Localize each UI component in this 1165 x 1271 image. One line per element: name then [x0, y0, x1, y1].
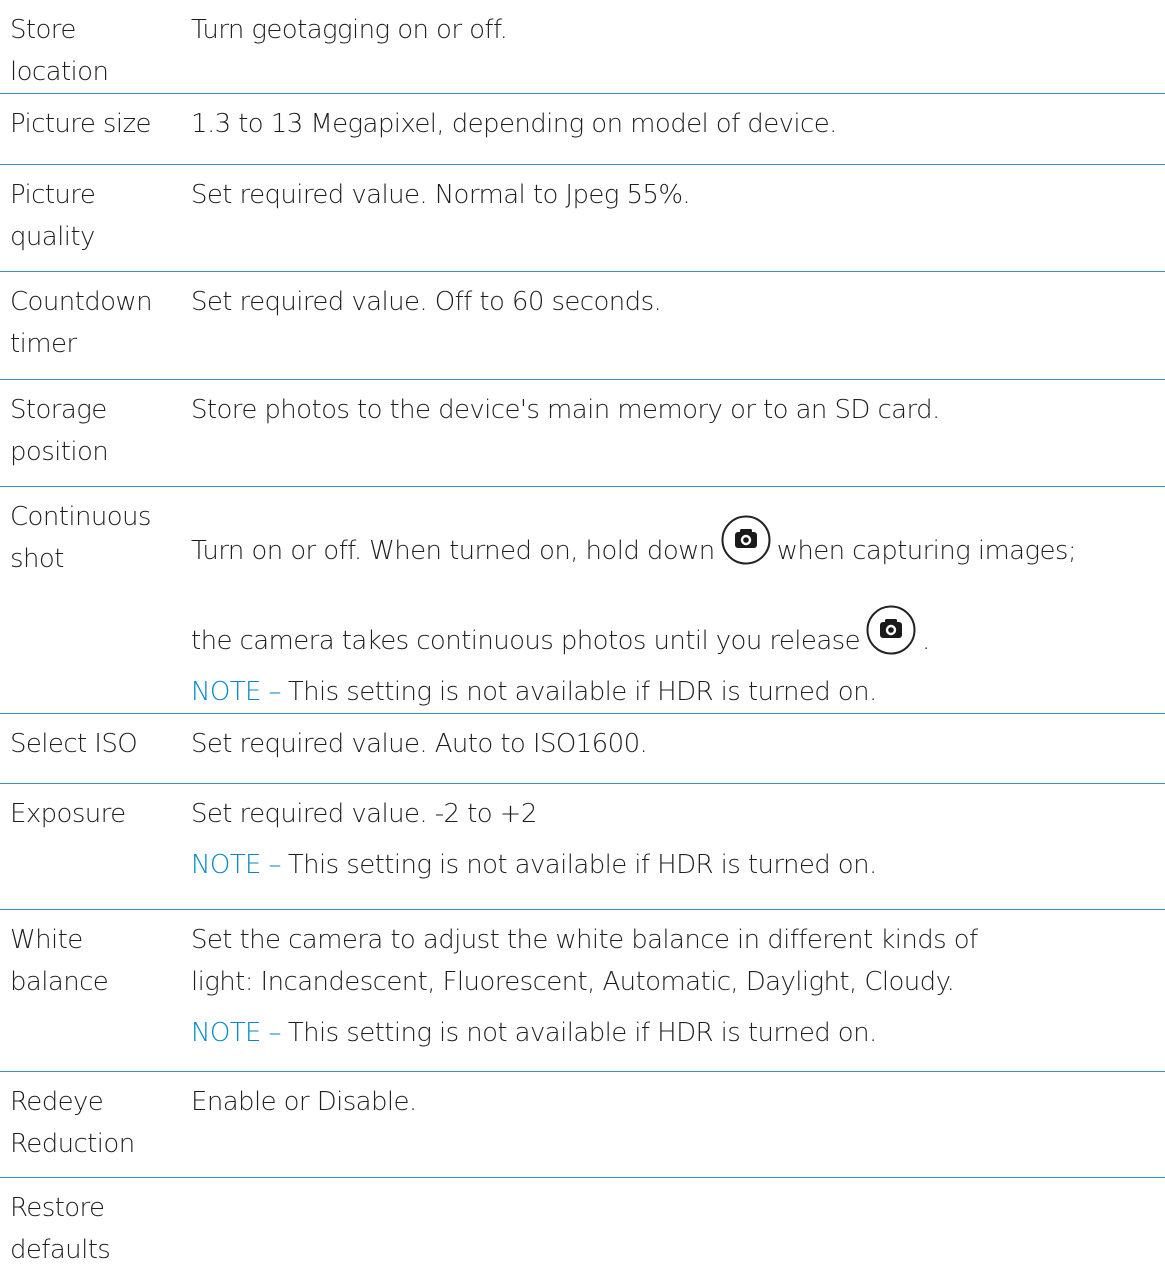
table-row-countdown-timer: Countdown timer Set required value. Off …	[0, 272, 1165, 380]
setting-description: Set the camera to adjust the white balan…	[181, 910, 1165, 1071]
table-row-picture-quality: Picture quality Set required value. Norm…	[0, 165, 1165, 272]
description-text: .	[922, 626, 930, 656]
setting-label: Exposure	[10, 799, 126, 829]
note: NOTE – This setting is not available if H…	[191, 671, 1165, 713]
setting-description: Enable or Disable.	[191, 1087, 417, 1117]
setting-description: Set required value. Off to 60 seconds.	[191, 287, 662, 317]
setting-description: Turn geotagging on or off.	[191, 15, 508, 45]
setting-description	[181, 1178, 1165, 1266]
note-prefix: NOTE –	[191, 1018, 281, 1048]
setting-description: Set required value. Normal to Jpeg 55%.	[191, 180, 691, 210]
note-text: This setting is not available if HDR is …	[287, 850, 877, 880]
description-text: Turn on or off. When turned on, hold dow…	[191, 536, 715, 566]
table-row-storage-position: Storage position Store photos to the dev…	[0, 380, 1165, 487]
table-row-continuous-shot: Continuous shot Turn on or off. When tur…	[0, 487, 1165, 714]
description-text: the camera takes continuous photos until…	[191, 626, 861, 656]
setting-label: Countdown timer	[10, 287, 153, 359]
note: NOTE – This setting is not available if H…	[191, 844, 1165, 886]
setting-label: Storage position	[10, 395, 109, 467]
setting-label: Continuous shot	[10, 502, 151, 574]
setting-label: Redeye Reduction	[10, 1087, 135, 1159]
note-prefix: NOTE –	[191, 677, 281, 707]
setting-description: 1.3 to 13 Megapixel, depending on model …	[191, 109, 837, 139]
setting-description: Turn on or off. When turned on, hold dow…	[181, 487, 1165, 713]
description-line: Turn on or off. When turned on, hold dow…	[191, 515, 1165, 575]
camera-shutter-icon	[721, 515, 771, 565]
camera-settings-table: Store location Turn geotagging on or off…	[0, 0, 1165, 1266]
camera-shutter-icon	[866, 605, 916, 655]
table-row-white-balance: White balance Set the camera to adjust t…	[0, 910, 1165, 1072]
setting-label: Store location	[10, 15, 109, 87]
note: NOTE – This setting is not available if H…	[191, 1012, 1165, 1054]
description-line: Set the camera to adjust the white balan…	[191, 925, 978, 955]
description-text: Set required value. -2 to +2	[191, 799, 537, 829]
setting-label: Picture size	[10, 109, 152, 139]
setting-description: Set required value. -2 to +2 NOTE – This …	[181, 784, 1165, 909]
description-text: when capturing images;	[776, 536, 1077, 566]
table-row-store-location: Store location Turn geotagging on or off…	[0, 0, 1165, 94]
table-row-picture-size: Picture size 1.3 to 13 Megapixel, depend…	[0, 94, 1165, 165]
table-row-exposure: Exposure Set required value. -2 to +2 NO…	[0, 784, 1165, 910]
setting-label: White balance	[10, 925, 109, 997]
note-text: This setting is not available if HDR is …	[287, 1018, 877, 1048]
setting-description: Set required value. Auto to ISO1600.	[191, 729, 648, 759]
setting-description: Store photos to the device's main memory…	[191, 395, 940, 425]
table-row-redeye-reduction: Redeye Reduction Enable or Disable.	[0, 1072, 1165, 1178]
setting-label: Picture quality	[10, 180, 96, 252]
setting-label: Select ISO	[10, 729, 138, 759]
table-row-restore-defaults: Restore defaults	[0, 1178, 1165, 1266]
description-line: the camera takes continuous photos until…	[191, 605, 1165, 665]
note-text: This setting is not available if HDR is …	[287, 677, 877, 707]
note-prefix: NOTE –	[191, 850, 281, 880]
table-row-select-iso: Select ISO Set required value. Auto to I…	[0, 714, 1165, 784]
setting-label: Restore defaults	[10, 1193, 111, 1265]
description-line: light: Incandescent, Fluorescent, Automa…	[191, 967, 955, 997]
